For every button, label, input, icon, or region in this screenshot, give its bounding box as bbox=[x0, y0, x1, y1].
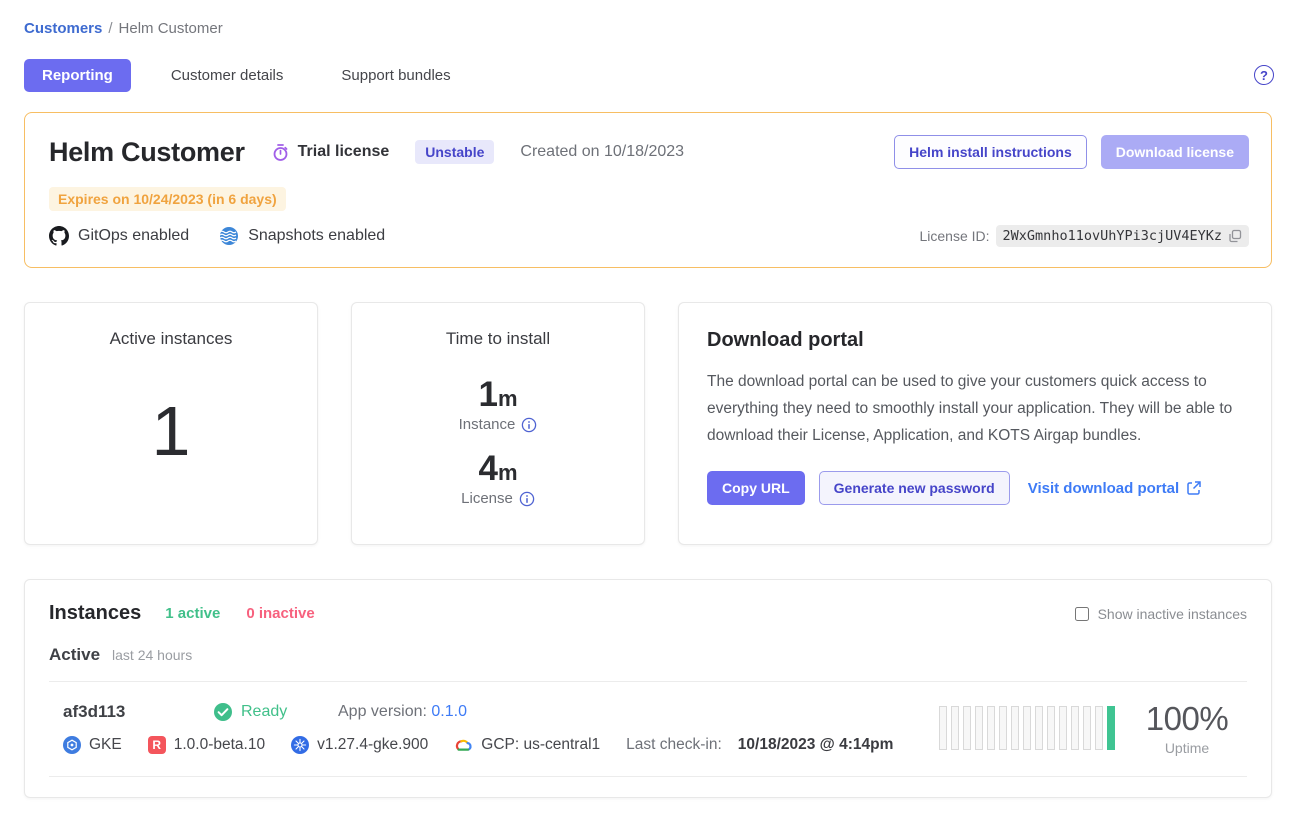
cloud-region-meta: GCP: us-central1 bbox=[454, 736, 600, 754]
tab-reporting[interactable]: Reporting bbox=[24, 59, 131, 92]
uptime-bar bbox=[1047, 706, 1055, 750]
ready-check-icon bbox=[213, 702, 233, 722]
download-portal-description: The download portal can be used to give … bbox=[707, 368, 1243, 449]
download-portal-card: Download portal The download portal can … bbox=[678, 302, 1272, 545]
app-release-label: 1.0.0-beta.10 bbox=[174, 736, 265, 754]
gke-icon bbox=[63, 736, 81, 754]
uptime-bar bbox=[999, 706, 1007, 750]
inactive-count: 0 inactive bbox=[246, 605, 314, 622]
info-icon[interactable] bbox=[519, 491, 535, 507]
uptime-percentage: 100% bbox=[1141, 700, 1233, 738]
active-count: 1 active bbox=[165, 605, 220, 622]
breadcrumb-separator: / bbox=[108, 20, 112, 37]
snapshots-waves-icon bbox=[219, 226, 239, 246]
uptime-bar bbox=[1071, 706, 1079, 750]
uptime-bar bbox=[1035, 706, 1043, 750]
copy-url-button[interactable]: Copy URL bbox=[707, 471, 805, 505]
created-date-label: Created on 10/18/2023 bbox=[520, 143, 684, 161]
license-summary-card: Helm Customer Trial license Unstable Cre… bbox=[24, 112, 1272, 268]
k8s-version-meta: v1.27.4-gke.900 bbox=[291, 736, 428, 754]
show-inactive-label: Show inactive instances bbox=[1098, 606, 1247, 622]
helm-install-instructions-button[interactable]: Helm install instructions bbox=[894, 135, 1087, 169]
channel-badge: Unstable bbox=[415, 140, 494, 164]
instance-status: Ready bbox=[241, 703, 287, 721]
uptime-bar bbox=[963, 706, 971, 750]
license-id-label: License ID: bbox=[920, 228, 990, 244]
uptime-bar bbox=[1095, 706, 1103, 750]
active-section-title: Active bbox=[49, 645, 100, 665]
timeframe-label: last 24 hours bbox=[112, 647, 192, 663]
snapshots-enabled-feature: Snapshots enabled bbox=[219, 226, 385, 246]
replicated-icon: R bbox=[148, 736, 166, 754]
stopwatch-icon bbox=[271, 143, 290, 162]
breadcrumb: Customers / Helm Customer bbox=[12, 12, 1284, 37]
gcp-cloud-icon bbox=[454, 738, 473, 752]
uptime-bar bbox=[1023, 706, 1031, 750]
time-to-install-card: Time to install 1m Instance 4m License bbox=[351, 302, 645, 545]
visit-download-portal-link[interactable]: Visit download portal bbox=[1028, 480, 1202, 497]
uptime-bar bbox=[987, 706, 995, 750]
license-install-label: License bbox=[461, 490, 513, 507]
last-checkin-meta: Last check-in: 10/18/2023 @ 4:14pm bbox=[626, 736, 893, 754]
tab-support-bundles[interactable]: Support bundles bbox=[323, 59, 468, 92]
instance-install-label: Instance bbox=[459, 416, 516, 433]
time-to-install-title: Time to install bbox=[352, 329, 644, 349]
last-checkin-label: Last check-in: bbox=[626, 736, 722, 754]
snapshots-enabled-label: Snapshots enabled bbox=[248, 227, 385, 245]
uptime-bar bbox=[1107, 706, 1115, 750]
app-version-link[interactable]: 0.1.0 bbox=[431, 703, 467, 720]
uptime-bar bbox=[1059, 706, 1067, 750]
uptime-bar bbox=[1011, 706, 1019, 750]
expires-badge: Expires on 10/24/2023 (in 6 days) bbox=[49, 187, 286, 211]
license-id-chip: 2WxGmnho11ovUhYPi3cjUV4EYKz bbox=[996, 225, 1249, 247]
breadcrumb-current: Helm Customer bbox=[119, 20, 223, 37]
app-release-meta: R 1.0.0-beta.10 bbox=[148, 736, 265, 754]
download-license-button[interactable]: Download license bbox=[1101, 135, 1249, 169]
uptime-bar bbox=[1083, 706, 1091, 750]
instance-id: af3d113 bbox=[63, 702, 213, 722]
uptime-bar bbox=[951, 706, 959, 750]
uptime-bars bbox=[939, 706, 1115, 750]
instances-card: Instances 1 active 0 inactive Show inact… bbox=[24, 579, 1272, 798]
kubernetes-icon bbox=[291, 736, 309, 754]
gitops-enabled-label: GitOps enabled bbox=[78, 227, 189, 245]
show-inactive-checkbox[interactable] bbox=[1075, 607, 1089, 621]
gitops-enabled-feature: GitOps enabled bbox=[49, 226, 189, 246]
cloud-region-label: GCP: us-central1 bbox=[481, 736, 600, 754]
last-checkin-value: 10/18/2023 @ 4:14pm bbox=[738, 736, 894, 754]
k8s-version-label: v1.27.4-gke.900 bbox=[317, 736, 428, 754]
app-version-label: App version: bbox=[338, 703, 427, 720]
download-portal-title: Download portal bbox=[707, 329, 1243, 352]
license-type-label: Trial license bbox=[298, 143, 390, 161]
tab-bar: Reporting Customer details Support bundl… bbox=[12, 59, 1284, 92]
stats-row: Active instances 1 Time to install 1m In… bbox=[24, 302, 1272, 545]
active-instances-title: Active instances bbox=[25, 329, 317, 349]
breadcrumb-customers-link[interactable]: Customers bbox=[24, 20, 102, 37]
license-install-time: 4m bbox=[352, 451, 644, 486]
copy-icon[interactable] bbox=[1228, 229, 1242, 243]
generate-password-button[interactable]: Generate new password bbox=[819, 471, 1010, 505]
uptime-bar bbox=[939, 706, 947, 750]
show-inactive-toggle[interactable]: Show inactive instances bbox=[1075, 606, 1247, 622]
customer-name-title: Helm Customer bbox=[49, 137, 245, 168]
github-icon bbox=[49, 226, 69, 246]
info-icon[interactable] bbox=[521, 417, 537, 433]
help-icon[interactable]: ? bbox=[1254, 65, 1274, 85]
distribution-meta: GKE bbox=[63, 736, 122, 754]
instance-row[interactable]: af3d113 Ready App version: 0.1.0 bbox=[49, 682, 1247, 777]
uptime-label: Uptime bbox=[1141, 740, 1233, 756]
uptime-bar bbox=[975, 706, 983, 750]
active-instances-value: 1 bbox=[25, 391, 317, 471]
instances-title: Instances bbox=[49, 602, 141, 625]
tab-customer-details[interactable]: Customer details bbox=[153, 59, 302, 92]
instance-install-time: 1m bbox=[352, 377, 644, 412]
external-link-icon bbox=[1186, 480, 1202, 496]
active-instances-card: Active instances 1 bbox=[24, 302, 318, 545]
license-id-value: 2WxGmnho11ovUhYPi3cjUV4EYKz bbox=[1003, 228, 1222, 244]
customer-reporting-page: Customers / Helm Customer Reporting Custom… bbox=[0, 0, 1296, 798]
distribution-label: GKE bbox=[89, 736, 122, 754]
